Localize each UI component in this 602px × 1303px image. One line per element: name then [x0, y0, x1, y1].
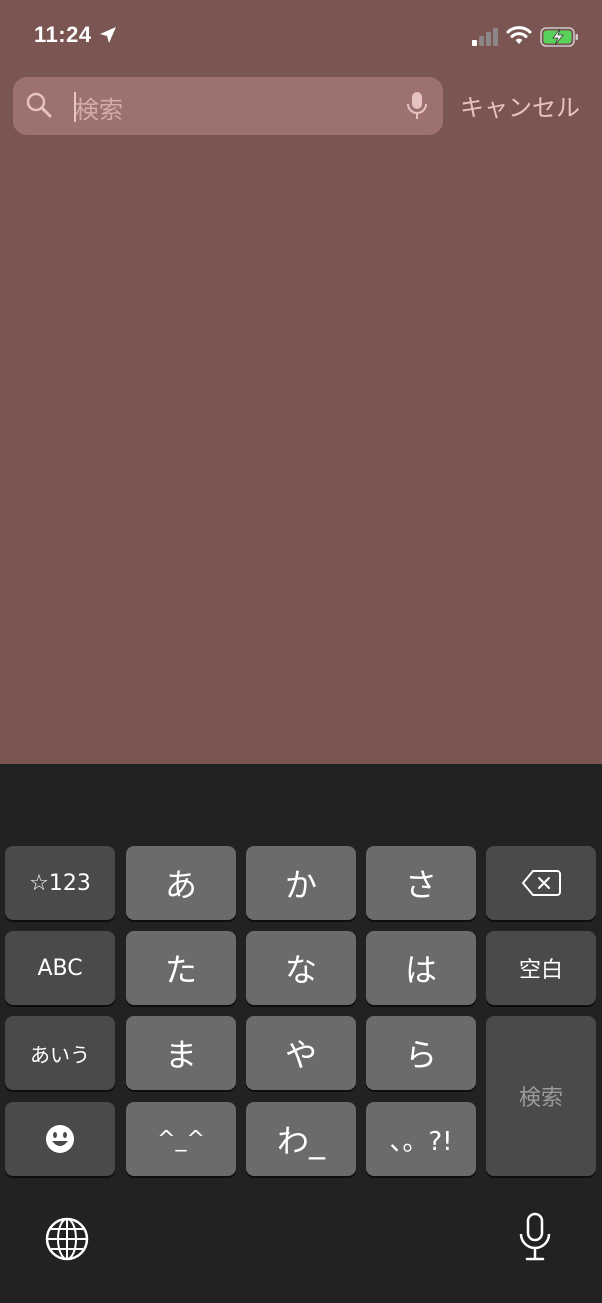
key-a[interactable]: あ — [126, 846, 236, 920]
search-icon — [26, 92, 52, 118]
battery-charging-icon — [540, 27, 578, 47]
cancel-button[interactable]: キャンセル — [460, 88, 580, 123]
dictation-microphone-icon[interactable] — [518, 1212, 552, 1262]
status-bar: 11:24 — [0, 0, 602, 74]
kaomoji-key[interactable]: ^_^ — [126, 1102, 236, 1176]
key-na[interactable]: な — [246, 931, 356, 1005]
status-time: 11:24 — [34, 22, 92, 47]
search-field[interactable]: 検索 — [13, 77, 443, 135]
search-placeholder: 検索 — [75, 96, 123, 124]
key-sa[interactable]: さ — [366, 846, 476, 920]
hiragana-key[interactable]: あいう — [5, 1016, 115, 1090]
key-ma[interactable]: ま — [126, 1016, 236, 1090]
emoji-icon — [46, 1125, 74, 1153]
cellular-signal-icon — [472, 28, 498, 46]
punctuation-key[interactable]: 、。?! — [366, 1102, 476, 1176]
key-wa[interactable]: わ_ — [246, 1102, 356, 1176]
location-arrow-icon — [100, 27, 116, 43]
space-key[interactable]: 空白 — [486, 931, 596, 1005]
delete-key[interactable] — [486, 846, 596, 920]
delete-icon — [521, 870, 561, 896]
abc-key[interactable]: ABC — [5, 931, 115, 1005]
text-cursor — [74, 92, 76, 122]
emoji-key[interactable] — [5, 1102, 115, 1176]
key-ka[interactable]: か — [246, 846, 356, 920]
wifi-icon — [506, 26, 532, 44]
key-ya[interactable]: や — [246, 1016, 356, 1090]
keyboard: ☆123 あ か さ ABC た な は 空白 あいう ま や ら 検索 ^_^… — [0, 764, 602, 1303]
key-ha[interactable]: は — [366, 931, 476, 1005]
key-ta[interactable]: た — [126, 931, 236, 1005]
search-key[interactable]: 検索 — [486, 1016, 596, 1176]
numbers-key[interactable]: ☆123 — [5, 846, 115, 920]
globe-icon[interactable] — [44, 1216, 90, 1262]
key-ra[interactable]: ら — [366, 1016, 476, 1090]
microphone-icon[interactable] — [406, 91, 428, 121]
